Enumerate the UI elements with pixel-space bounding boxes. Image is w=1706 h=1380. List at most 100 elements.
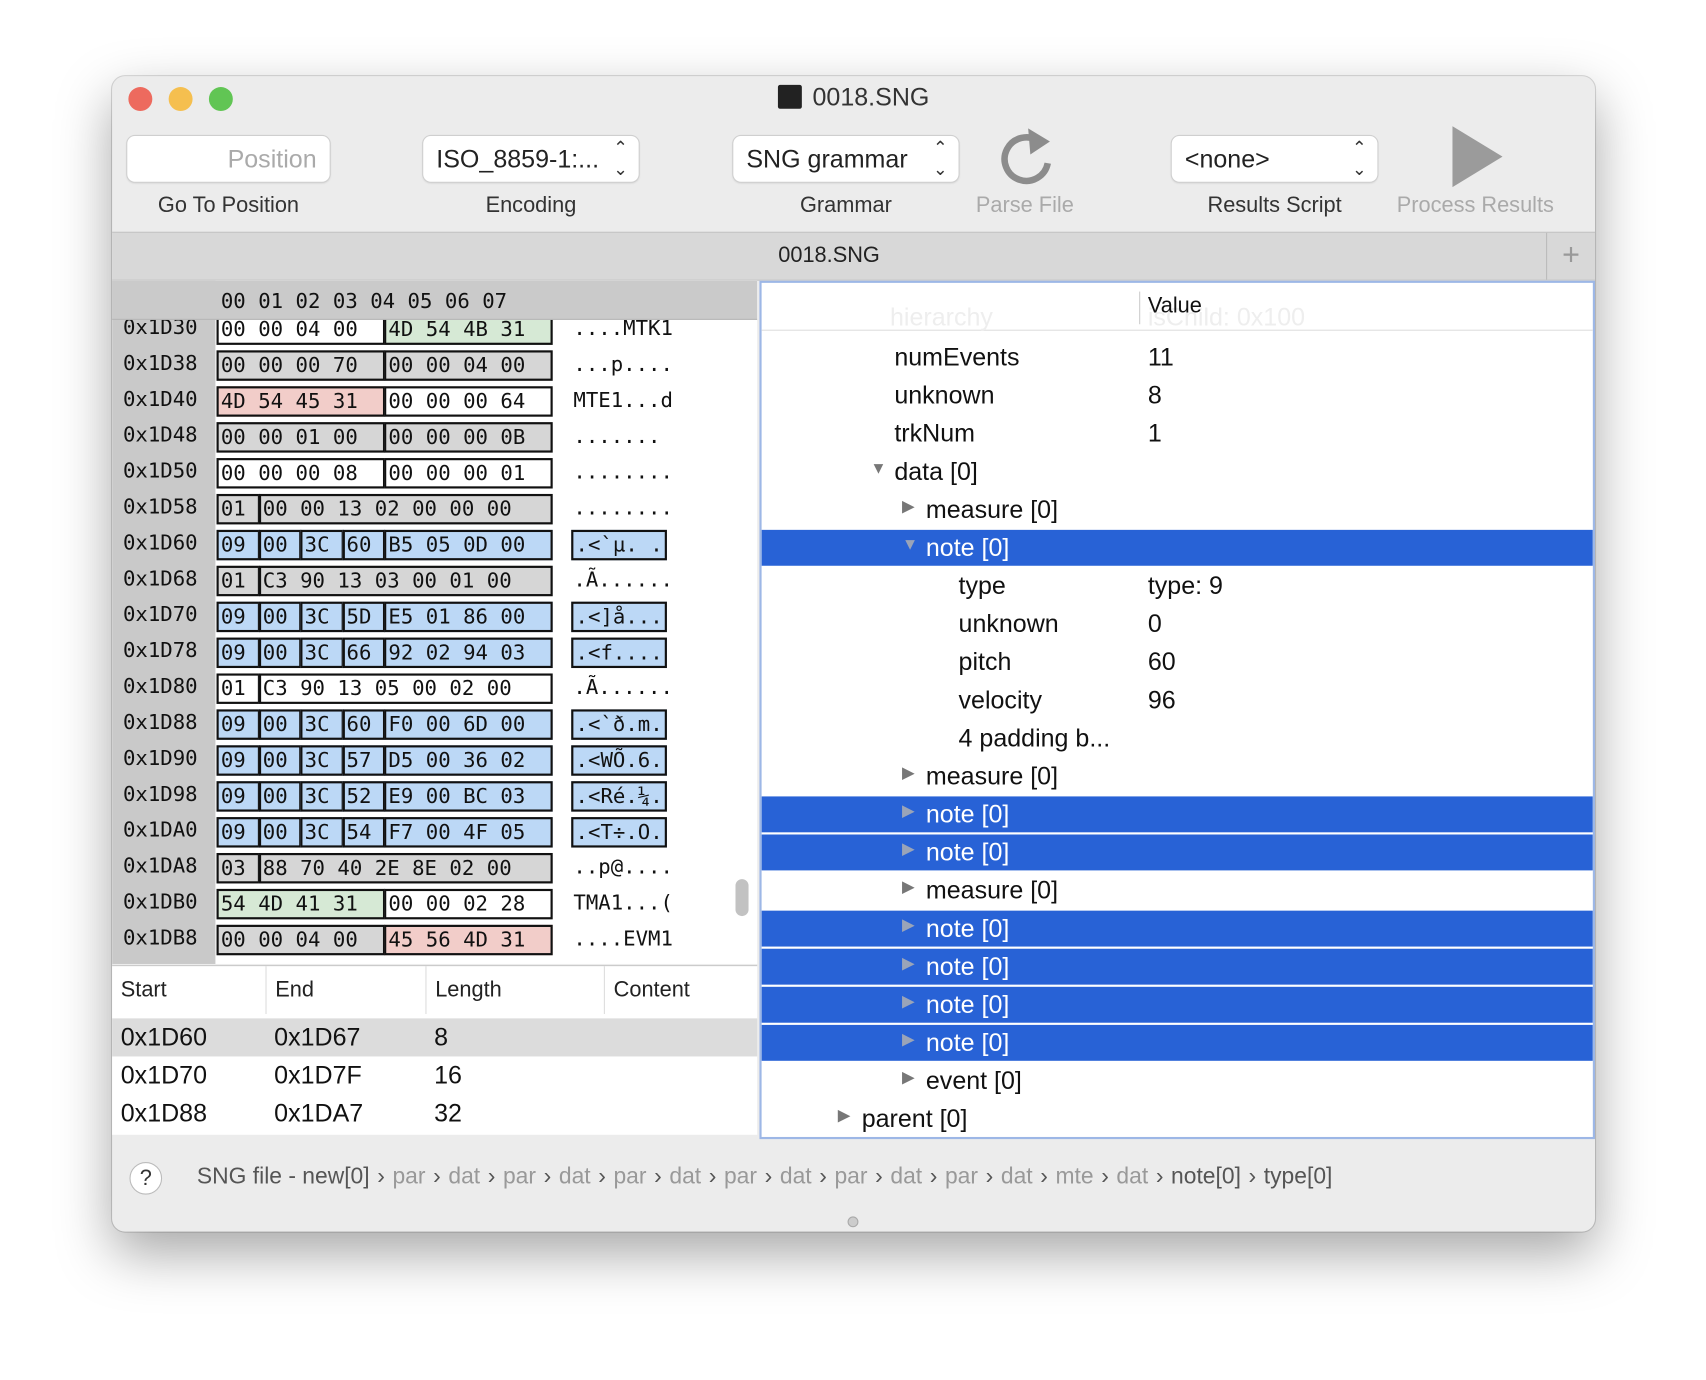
disclosure-closed-icon[interactable]: ▶ xyxy=(902,793,915,829)
byte-group[interactable]: 00 00 00 70 xyxy=(216,350,386,381)
breadcrumb-item[interactable]: dat xyxy=(890,1164,922,1189)
play-icon[interactable] xyxy=(1448,124,1507,189)
ascii-text[interactable]: .<WÕ.6. xyxy=(571,745,668,776)
byte-group[interactable]: 00 00 13 02 00 00 00 xyxy=(258,493,553,525)
disclosure-open-icon[interactable]: ▼ xyxy=(902,527,918,563)
byte-group[interactable]: 09 xyxy=(216,529,260,561)
ascii-text[interactable]: ..p@.... xyxy=(571,853,675,883)
byte-group[interactable]: 01 xyxy=(216,565,260,597)
tree-node[interactable]: ▶ measure [0] xyxy=(762,758,1593,794)
byte-group[interactable]: 00 00 00 08 xyxy=(216,458,386,489)
tree-node[interactable]: ▶ note [0] xyxy=(761,910,1593,947)
tree-node[interactable]: ▶ note [0] xyxy=(761,986,1593,1023)
column-header-content[interactable]: Content xyxy=(605,966,757,1014)
ascii-text[interactable]: MTE1...d xyxy=(571,386,675,416)
byte-group[interactable]: 00 xyxy=(258,529,302,561)
breadcrumb-item[interactable]: par xyxy=(834,1164,867,1189)
byte-group[interactable]: C3 90 13 05 00 02 00 xyxy=(258,673,553,704)
breadcrumb-item[interactable]: note[0] xyxy=(1171,1164,1241,1189)
disclosure-closed-icon[interactable]: ▶ xyxy=(902,907,915,943)
breadcrumb-item[interactable]: par xyxy=(945,1164,978,1189)
ascii-text[interactable]: ....... xyxy=(571,422,662,452)
disclosure-closed-icon[interactable]: ▶ xyxy=(902,945,915,981)
byte-group[interactable]: 4D 54 45 31 xyxy=(216,386,386,417)
byte-group[interactable]: 00 00 02 28 xyxy=(384,888,553,920)
byte-group[interactable]: 54 xyxy=(342,817,386,848)
resize-handle[interactable] xyxy=(847,1216,859,1228)
byte-group[interactable]: 00 xyxy=(258,781,302,812)
byte-group[interactable]: 00 xyxy=(258,709,302,740)
byte-group[interactable]: 09 xyxy=(216,709,260,740)
breadcrumb-item[interactable]: dat xyxy=(448,1164,480,1189)
ascii-text[interactable]: .<`µ. . xyxy=(571,529,668,561)
column-header-end[interactable]: End xyxy=(267,966,427,1015)
byte-group[interactable]: 57 xyxy=(342,745,386,776)
range-row[interactable]: 0x1D60 0x1D67 8 xyxy=(112,1018,758,1057)
disclosure-open-icon[interactable]: ▼ xyxy=(870,450,886,486)
tree-node[interactable]: ▶ note [0] xyxy=(761,1022,1593,1061)
byte-group[interactable]: 60 xyxy=(342,529,386,561)
ascii-text[interactable]: ........ xyxy=(571,458,675,488)
disclosure-closed-icon[interactable]: ▶ xyxy=(902,1022,915,1058)
byte-group[interactable]: 3C xyxy=(300,637,344,669)
tree-node[interactable]: velocity 96 xyxy=(762,682,1593,718)
ascii-text[interactable]: .<]å... xyxy=(571,601,668,633)
column-header-length[interactable]: Length xyxy=(426,966,605,1015)
parse-tree[interactable]: hierarchy isChild: 0x100 Value numEvents… xyxy=(759,280,1596,1140)
tree-node[interactable]: trkNum 1 xyxy=(762,416,1593,452)
ascii-text[interactable]: .<`ð.m. xyxy=(571,709,668,740)
byte-group[interactable]: 52 xyxy=(342,781,386,812)
breadcrumb-item[interactable]: par xyxy=(724,1164,757,1189)
disclosure-closed-icon[interactable]: ▶ xyxy=(902,869,915,905)
byte-group[interactable]: 00 00 01 00 xyxy=(216,422,386,453)
byte-group[interactable]: 00 xyxy=(258,745,302,776)
tree-node[interactable]: pitch 60 xyxy=(762,644,1593,680)
tree-node[interactable]: ▶ note [0] xyxy=(761,831,1593,871)
byte-group[interactable]: 09 xyxy=(216,817,260,848)
disclosure-closed-icon[interactable]: ▶ xyxy=(902,831,915,867)
ascii-text[interactable]: ........ xyxy=(571,494,675,524)
byte-group[interactable]: E9 00 BC 03 xyxy=(384,781,553,812)
tree-node[interactable]: unknown 8 xyxy=(762,378,1593,414)
byte-group[interactable]: B5 05 0D 00 xyxy=(384,529,553,561)
disclosure-closed-icon[interactable]: ▶ xyxy=(838,1098,851,1134)
byte-group[interactable]: 09 xyxy=(216,601,260,633)
tree-node[interactable]: 4 padding b... xyxy=(762,720,1593,756)
tree-node[interactable]: ▼ data [0] xyxy=(762,454,1593,490)
hex-scrollbar-thumb[interactable] xyxy=(735,879,749,917)
tree-node[interactable]: ▼ note [0] xyxy=(761,527,1593,566)
ascii-text[interactable]: ....EVM1 xyxy=(571,925,675,955)
byte-group[interactable]: F0 00 6D 00 xyxy=(384,709,553,740)
ascii-text[interactable]: .Ã...... xyxy=(571,566,675,596)
tree-node[interactable]: unknown 0 xyxy=(762,606,1593,642)
grammar-select[interactable]: SNG grammar ⌃ ⌄ xyxy=(733,136,959,182)
breadcrumb-item[interactable]: type[0] xyxy=(1264,1164,1333,1189)
tree-node[interactable]: ▶ event [0] xyxy=(762,1063,1593,1099)
disclosure-closed-icon[interactable]: ▶ xyxy=(902,755,915,791)
byte-group[interactable]: E5 01 86 00 xyxy=(384,601,553,633)
hex-view[interactable]: 00 01 02 03 04 05 06 07 0x1D30 00 00 04 0… xyxy=(112,280,758,964)
ascii-text[interactable]: .<T÷.O. xyxy=(571,817,668,848)
byte-group[interactable]: 3C xyxy=(300,709,344,740)
column-header-start[interactable]: Start xyxy=(112,966,267,1015)
value-column-header[interactable]: Value xyxy=(1148,294,1202,319)
breadcrumb-item[interactable]: par xyxy=(503,1164,536,1189)
byte-group[interactable]: C3 90 13 03 00 01 00 xyxy=(258,565,553,597)
byte-group[interactable]: 00 xyxy=(258,601,302,633)
byte-group[interactable]: 00 00 04 00 xyxy=(216,924,386,956)
byte-group[interactable]: 88 70 40 2E 8E 02 00 xyxy=(258,852,553,884)
byte-group[interactable]: 01 xyxy=(216,493,260,525)
byte-group[interactable]: 01 xyxy=(216,673,260,704)
byte-group[interactable]: 00 00 00 0B xyxy=(384,422,553,453)
tree-node[interactable]: ▶ measure [0] xyxy=(762,492,1593,528)
breadcrumb-item[interactable]: dat xyxy=(1001,1164,1033,1189)
tree-node[interactable]: ▶ note [0] xyxy=(761,793,1593,833)
byte-group[interactable]: 00 00 00 64 xyxy=(384,386,553,417)
byte-group[interactable]: 3C xyxy=(300,529,344,561)
breadcrumb-item[interactable]: par xyxy=(613,1164,646,1189)
byte-group[interactable]: 00 xyxy=(258,817,302,848)
breadcrumb-item[interactable]: par xyxy=(392,1164,425,1189)
byte-group[interactable]: D5 00 36 02 xyxy=(384,745,553,776)
breadcrumb-item[interactable]: dat xyxy=(780,1164,812,1189)
ascii-text[interactable]: .<Ré.¼. xyxy=(571,781,668,812)
